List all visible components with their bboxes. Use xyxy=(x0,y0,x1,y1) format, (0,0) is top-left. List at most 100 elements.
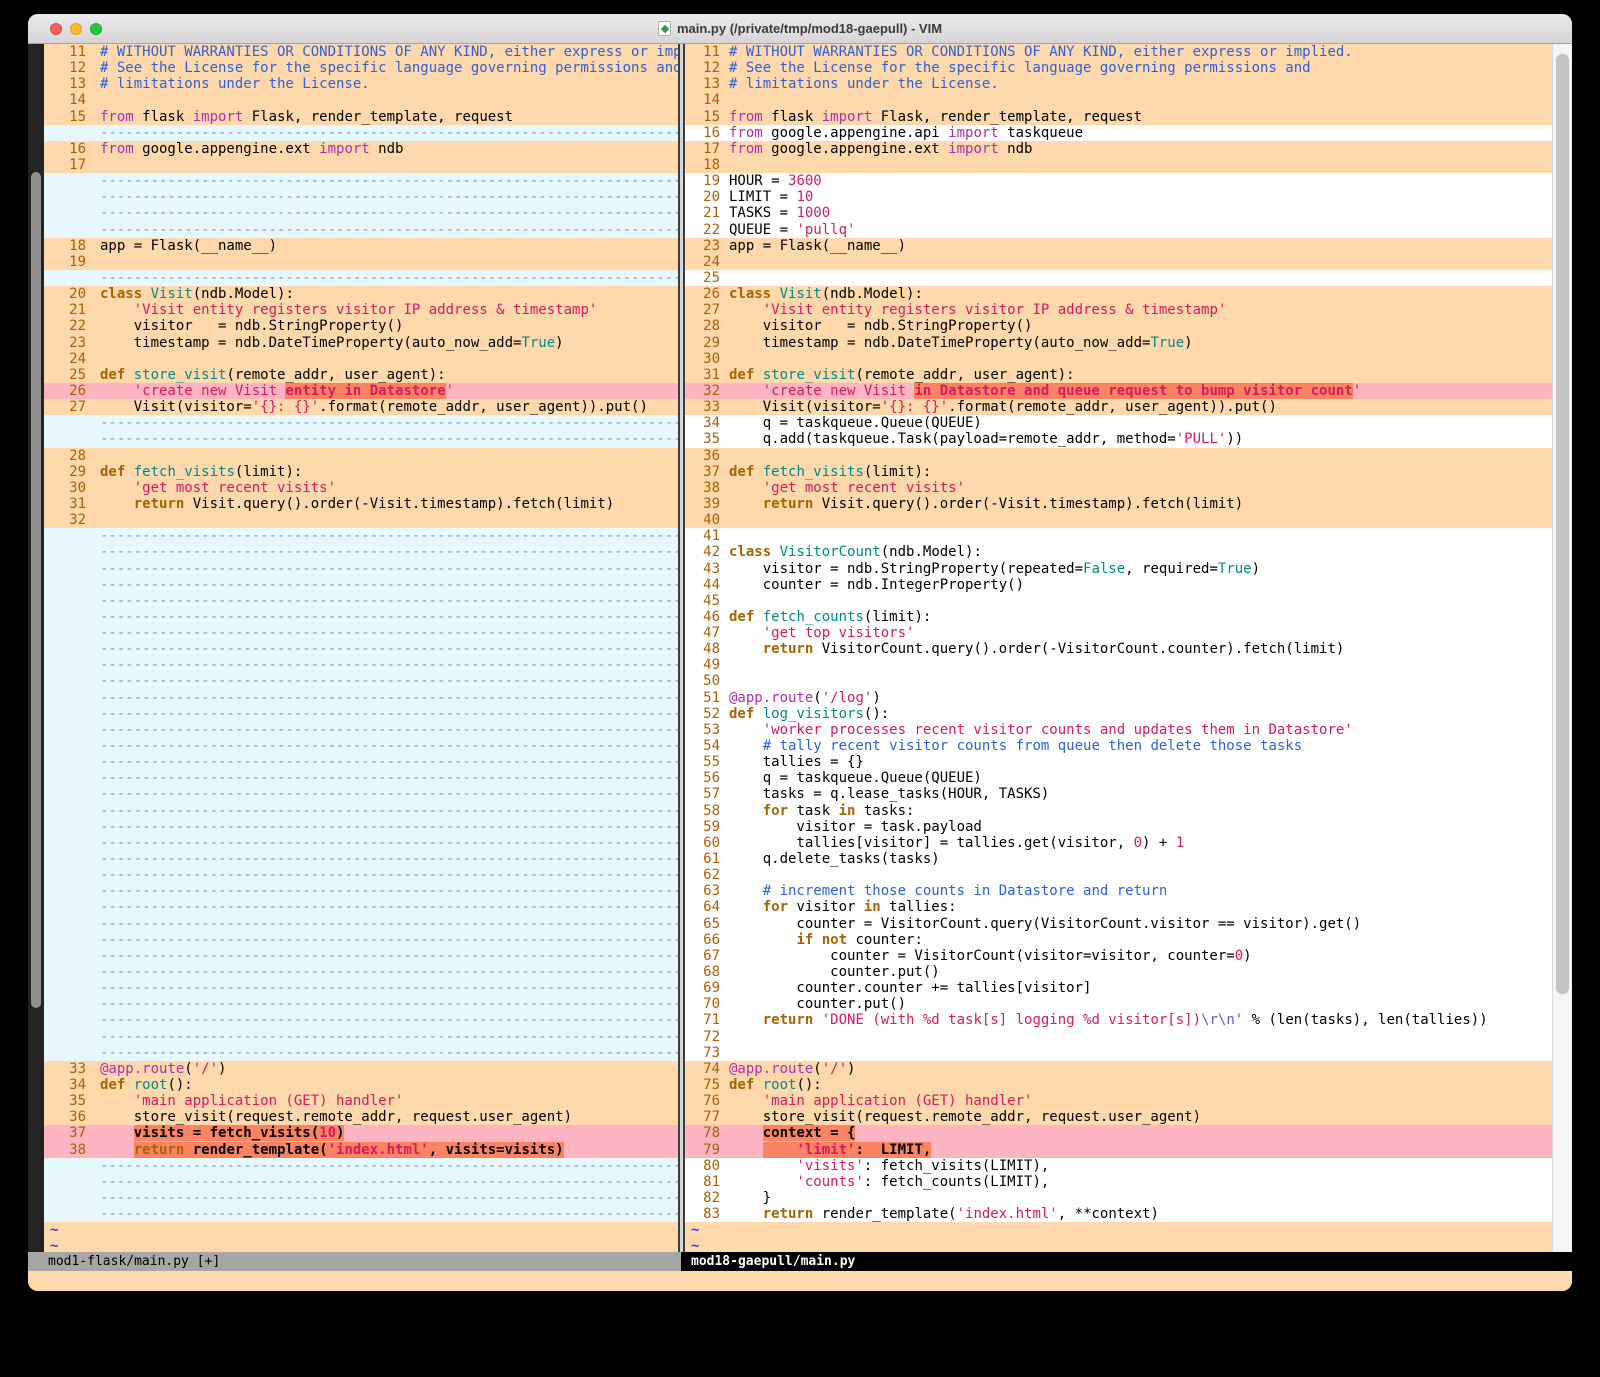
code-line[interactable]: 26 'create new Visit entity in Datastore… xyxy=(44,383,678,399)
code-line[interactable]: 30 'get most recent visits' xyxy=(44,480,678,496)
code-line[interactable]: 29def fetch_visits(limit): xyxy=(44,464,678,480)
left-scrollbar-thumb[interactable] xyxy=(31,172,41,1008)
code-line[interactable]: 15from flask import Flask, render_templa… xyxy=(685,109,1552,125)
code-line[interactable]: 31def store_visit(remote_addr, user_agen… xyxy=(685,367,1552,383)
deleted-line-filler[interactable]: ----------------------------------------… xyxy=(44,722,678,738)
code-line[interactable]: 77 store_visit(request.remote_addr, requ… xyxy=(685,1109,1552,1125)
deleted-line-filler[interactable]: ----------------------------------------… xyxy=(44,1029,678,1045)
code-line[interactable]: 69 counter.counter += tallies[visitor] xyxy=(685,980,1552,996)
code-line[interactable]: 11# WITHOUT WARRANTIES OR CONDITIONS OF … xyxy=(685,44,1552,60)
code-line[interactable]: 73 xyxy=(685,1045,1552,1061)
code-line[interactable]: 64 for visitor in tallies: xyxy=(685,899,1552,915)
code-line[interactable]: 37def fetch_visits(limit): xyxy=(685,464,1552,480)
code-line[interactable]: 46def fetch_counts(limit): xyxy=(685,609,1552,625)
deleted-line-filler[interactable]: ----------------------------------------… xyxy=(44,625,678,641)
code-line[interactable]: 28 xyxy=(44,448,678,464)
deleted-line-filler[interactable]: ----------------------------------------… xyxy=(44,690,678,706)
deleted-line-filler[interactable]: ----------------------------------------… xyxy=(44,996,678,1012)
deleted-line-filler[interactable]: ----------------------------------------… xyxy=(44,1045,678,1061)
close-button[interactable] xyxy=(50,23,62,35)
code-line[interactable]: 54 # tally recent visitor counts from qu… xyxy=(685,738,1552,754)
code-line[interactable]: 20class Visit(ndb.Model): xyxy=(44,286,678,302)
code-line[interactable]: 37 visits = fetch_visits(10) xyxy=(44,1125,678,1141)
code-line[interactable]: 34def root(): xyxy=(44,1077,678,1093)
deleted-line-filler[interactable]: ----------------------------------------… xyxy=(44,561,678,577)
code-line[interactable]: 29 timestamp = ndb.DateTimeProperty(auto… xyxy=(685,335,1552,351)
code-line[interactable]: 16from google.appengine.ext import ndb xyxy=(44,141,678,157)
deleted-line-filler[interactable]: ----------------------------------------… xyxy=(44,980,678,996)
code-line[interactable]: 36 xyxy=(685,448,1552,464)
zoom-button[interactable] xyxy=(90,23,102,35)
code-line[interactable]: 12# See the License for the specific lan… xyxy=(44,60,678,76)
code-line[interactable]: 14 xyxy=(44,92,678,108)
code-line[interactable]: 16from google.appengine.api import taskq… xyxy=(685,125,1552,141)
code-line[interactable]: 24 xyxy=(44,351,678,367)
split-divider[interactable] xyxy=(678,44,685,1252)
code-line[interactable]: 78 context = { xyxy=(685,1125,1552,1141)
code-line[interactable]: 70 counter.put() xyxy=(685,996,1552,1012)
code-line[interactable]: 68 counter.put() xyxy=(685,964,1552,980)
code-line[interactable]: 22 visitor = ndb.StringProperty() xyxy=(44,318,678,334)
code-line[interactable]: 28 visitor = ndb.StringProperty() xyxy=(685,318,1552,334)
code-line[interactable]: 63 # increment those counts in Datastore… xyxy=(685,883,1552,899)
code-line[interactable]: 25 xyxy=(685,270,1552,286)
code-line[interactable]: 23app = Flask(__name__) xyxy=(685,238,1552,254)
left-editor-pane[interactable]: 11# WITHOUT WARRANTIES OR CONDITIONS OF … xyxy=(44,44,678,1252)
deleted-line-filler[interactable]: ----------------------------------------… xyxy=(44,270,678,286)
code-line[interactable]: 21TASKS = 1000 xyxy=(685,205,1552,221)
deleted-line-filler[interactable]: ----------------------------------------… xyxy=(44,1206,678,1222)
code-line[interactable]: 26class Visit(ndb.Model): xyxy=(685,286,1552,302)
code-line[interactable]: 47 'get top visitors' xyxy=(685,625,1552,641)
code-line[interactable]: 35 q.add(taskqueue.Task(payload=remote_a… xyxy=(685,431,1552,447)
code-line[interactable]: 12# See the License for the specific lan… xyxy=(685,60,1552,76)
code-line[interactable]: 25def store_visit(remote_addr, user_agen… xyxy=(44,367,678,383)
code-line[interactable]: 74@app.route('/') xyxy=(685,1061,1552,1077)
empty-buffer-line[interactable]: ~ xyxy=(685,1238,1552,1252)
code-line[interactable]: 75def root(): xyxy=(685,1077,1552,1093)
deleted-line-filler[interactable]: ----------------------------------------… xyxy=(44,125,678,141)
code-line[interactable]: 58 for task in tasks: xyxy=(685,803,1552,819)
code-line[interactable]: 14 xyxy=(685,92,1552,108)
code-line[interactable]: 66 if not counter: xyxy=(685,932,1552,948)
code-line[interactable]: 27 'Visit entity registers visitor IP ad… xyxy=(685,302,1552,318)
code-line[interactable]: 30 xyxy=(685,351,1552,367)
code-line[interactable]: 41 xyxy=(685,528,1552,544)
deleted-line-filler[interactable]: ----------------------------------------… xyxy=(44,786,678,802)
code-line[interactable]: 65 counter = VisitorCount.query(VisitorC… xyxy=(685,916,1552,932)
code-line[interactable]: 49 xyxy=(685,657,1552,673)
minimize-button[interactable] xyxy=(70,23,82,35)
code-line[interactable]: 34 q = taskqueue.Queue(QUEUE) xyxy=(685,415,1552,431)
code-line[interactable]: 11# WITHOUT WARRANTIES OR CONDITIONS OF … xyxy=(44,44,678,60)
code-line[interactable]: 20LIMIT = 10 xyxy=(685,189,1552,205)
deleted-line-filler[interactable]: ----------------------------------------… xyxy=(44,899,678,915)
code-line[interactable]: 32 xyxy=(44,512,678,528)
code-line[interactable]: 81 'counts': fetch_counts(LIMIT), xyxy=(685,1174,1552,1190)
code-line[interactable]: 27 Visit(visitor='{}: {}'.format(remote_… xyxy=(44,399,678,415)
code-line[interactable]: 79 'limit': LIMIT, xyxy=(685,1142,1552,1158)
code-line[interactable]: 39 return Visit.query().order(-Visit.tim… xyxy=(685,496,1552,512)
code-line[interactable]: 13# limitations under the License. xyxy=(44,76,678,92)
right-scrollbar-thumb[interactable] xyxy=(1556,54,1569,994)
deleted-line-filler[interactable]: ----------------------------------------… xyxy=(44,641,678,657)
code-line[interactable]: 17 xyxy=(44,157,678,173)
deleted-line-filler[interactable]: ----------------------------------------… xyxy=(44,528,678,544)
deleted-line-filler[interactable]: ----------------------------------------… xyxy=(44,916,678,932)
code-line[interactable]: 53 'worker processes recent visitor coun… xyxy=(685,722,1552,738)
deleted-line-filler[interactable]: ----------------------------------------… xyxy=(44,754,678,770)
deleted-line-filler[interactable]: ----------------------------------------… xyxy=(44,803,678,819)
code-line[interactable]: 35 'main application (GET) handler' xyxy=(44,1093,678,1109)
code-line[interactable]: 38 'get most recent visits' xyxy=(685,480,1552,496)
deleted-line-filler[interactable]: ----------------------------------------… xyxy=(44,431,678,447)
code-line[interactable]: 71 return 'DONE (with %d task[s] logging… xyxy=(685,1012,1552,1028)
deleted-line-filler[interactable]: ----------------------------------------… xyxy=(44,948,678,964)
right-pane-scrollbar[interactable] xyxy=(1552,44,1572,1252)
deleted-line-filler[interactable]: ----------------------------------------… xyxy=(44,173,678,189)
deleted-line-filler[interactable]: ----------------------------------------… xyxy=(44,205,678,221)
code-line[interactable]: 59 visitor = task.payload xyxy=(685,819,1552,835)
deleted-line-filler[interactable]: ----------------------------------------… xyxy=(44,222,678,238)
code-line[interactable]: 21 'Visit entity registers visitor IP ad… xyxy=(44,302,678,318)
code-line[interactable]: 23 timestamp = ndb.DateTimeProperty(auto… xyxy=(44,335,678,351)
code-line[interactable]: 51@app.route('/log') xyxy=(685,690,1552,706)
empty-buffer-line[interactable]: ~ xyxy=(44,1238,678,1252)
code-line[interactable]: 80 'visits': fetch_visits(LIMIT), xyxy=(685,1158,1552,1174)
